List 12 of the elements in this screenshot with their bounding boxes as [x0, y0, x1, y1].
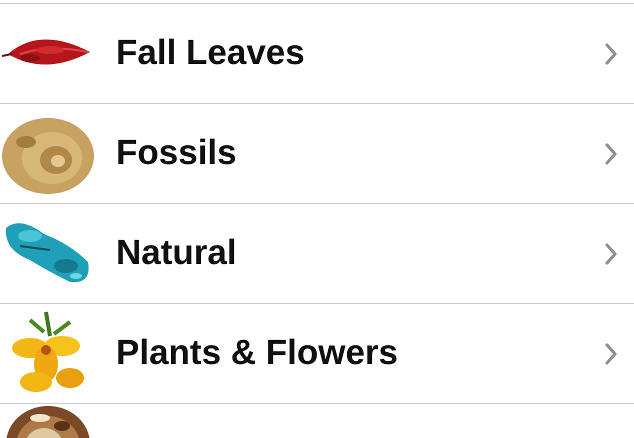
row-label: Plants & Flowers [116, 332, 398, 374]
row-label: Fall Leaves [116, 32, 305, 74]
list-row[interactable]: Fossils [0, 104, 634, 204]
row-label: Natural [116, 232, 237, 274]
chevron-icon [604, 42, 618, 66]
chevron-icon [604, 142, 618, 166]
row-label: Fossils [116, 132, 237, 174]
list-row[interactable]: Natural [0, 204, 634, 304]
chevron-icon [604, 242, 618, 266]
list-row[interactable]: Plants & Flowers [0, 304, 634, 404]
list-row[interactable]: Fall Leaves [0, 4, 634, 104]
chevron-icon [604, 342, 618, 366]
